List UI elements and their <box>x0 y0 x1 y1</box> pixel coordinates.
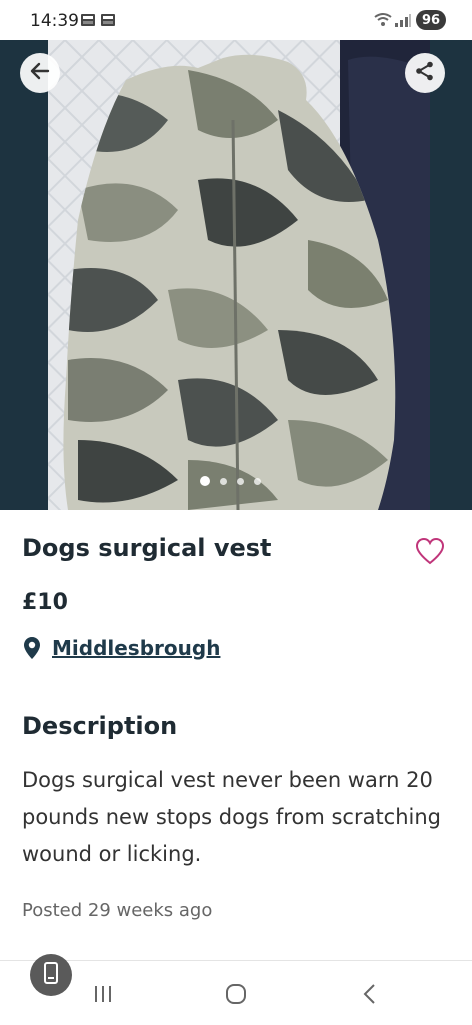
share-icon <box>414 60 436 86</box>
share-button[interactable] <box>405 53 445 93</box>
listing-title: Dogs surgical vest <box>22 534 272 562</box>
status-bar: 14:39 96 <box>0 0 472 40</box>
pdf-notification-icon <box>80 12 96 28</box>
signal-icon <box>394 12 412 32</box>
location-link[interactable]: Middlesbrough <box>52 636 220 660</box>
arrow-left-icon <box>29 60 51 86</box>
battery-indicator: 96 <box>416 10 446 30</box>
recents-icon[interactable] <box>93 984 113 1008</box>
location-pin-icon <box>22 636 42 664</box>
description-heading: Description <box>22 712 178 740</box>
home-icon[interactable] <box>225 983 247 1009</box>
wifi-icon <box>374 12 392 32</box>
listing-photo[interactable] <box>48 40 430 510</box>
pagination-dot[interactable] <box>254 477 261 485</box>
phone-icon <box>42 962 60 988</box>
posted-time: Posted 29 weeks ago <box>22 900 213 921</box>
status-time: 14:39 <box>30 11 79 31</box>
pdf-notification-icon <box>100 12 116 28</box>
heart-icon <box>414 537 446 572</box>
pagination-dot[interactable] <box>220 477 227 485</box>
listing-price: £10 <box>22 590 68 615</box>
favourite-button[interactable] <box>414 536 446 568</box>
nav-back-icon[interactable] <box>360 983 380 1009</box>
floating-assistant-button[interactable] <box>30 954 72 996</box>
back-button[interactable] <box>20 53 60 93</box>
pagination-dot[interactable] <box>237 477 244 485</box>
pagination-dot-active[interactable] <box>200 476 210 486</box>
description-text: Dogs surgical vest never been warn 20 po… <box>22 768 442 866</box>
gallery-pagination <box>200 476 261 486</box>
